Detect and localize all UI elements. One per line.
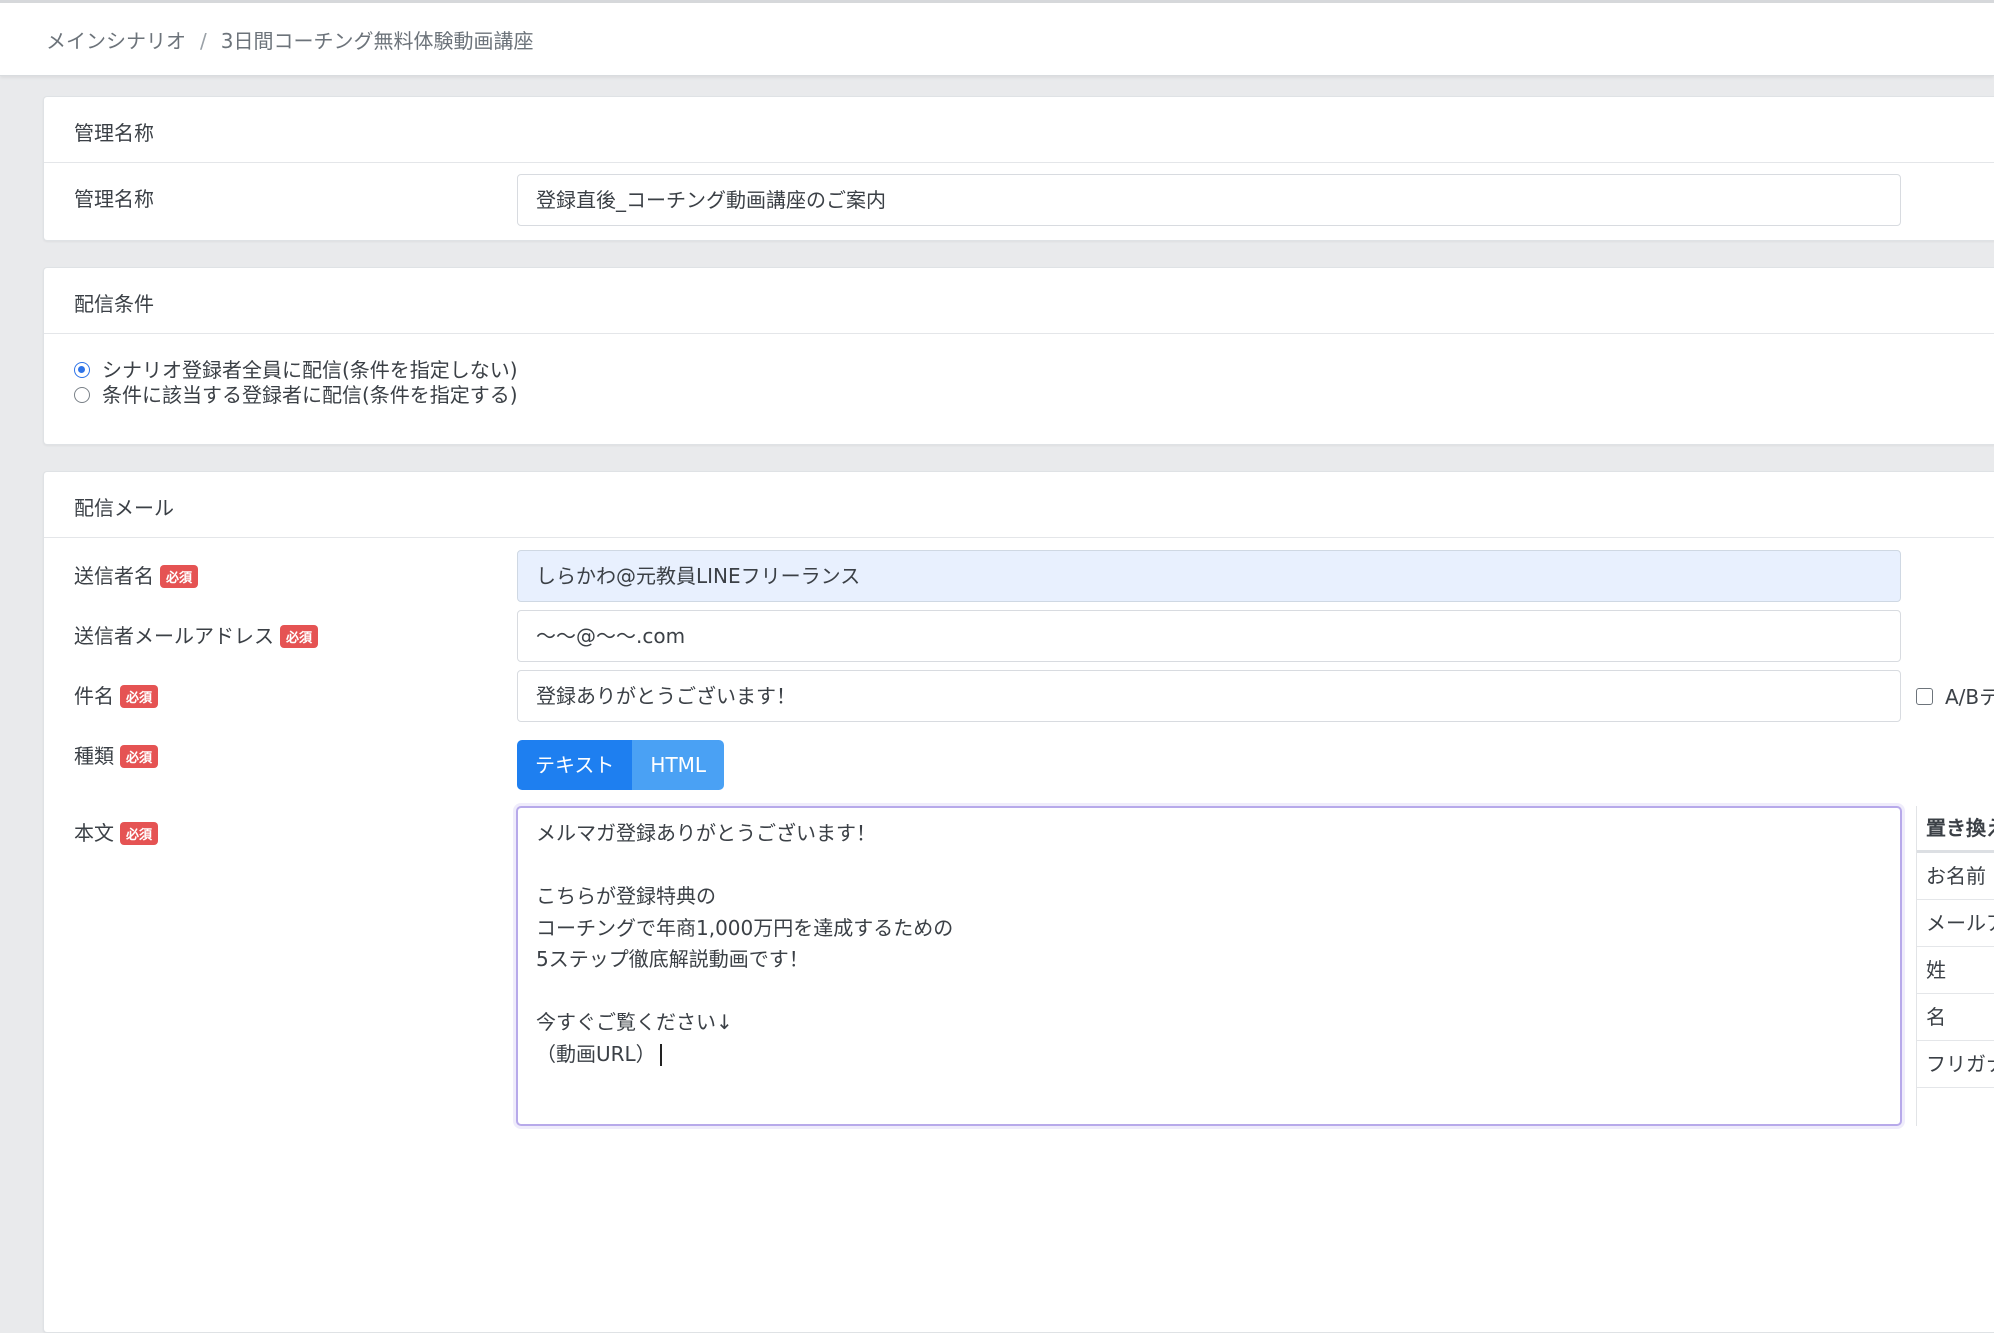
body-textarea[interactable]: メルマガ登録ありがとうございます！ こちらが登録特典の コーチングで年商1,00… — [516, 806, 1902, 1126]
radio-checked-icon[interactable] — [74, 361, 90, 378]
breadcrumb-item-main-scenario[interactable]: メインシナリオ — [46, 29, 186, 53]
type-html-button[interactable]: HTML — [632, 740, 725, 790]
replacement-panel-header: 置き換え文字 — [1917, 806, 1994, 853]
radio-option-conditional-label: 条件に該当する登録者に配信(条件を指定する) — [102, 383, 518, 407]
ab-test-checkbox[interactable] — [1916, 688, 1933, 705]
replacement-item-name[interactable]: お名前 — [1917, 853, 1994, 900]
sender-email-input[interactable]: 〜〜@〜〜.com — [517, 610, 1901, 662]
required-badge: 必須 — [280, 625, 319, 648]
body-editor-area: メルマガ登録ありがとうございます！ こちらが登録特典の コーチングで年商1,00… — [44, 806, 1994, 1126]
subject-label: 件名 — [74, 684, 114, 708]
required-badge: 必須 — [160, 565, 199, 588]
type-toggle-group: テキスト HTML — [517, 740, 725, 790]
delivery-condition-card: 配信条件 シナリオ登録者全員に配信(条件を指定しない) 条件に該当する登録者に配… — [43, 267, 1994, 445]
body-line: コーチングで年商1,000万円を達成するための — [536, 915, 954, 940]
breadcrumb: メインシナリオ / 3日間コーチング無料体験動画講座 — [46, 25, 533, 54]
ab-test-label: A/Bテスト — [1945, 685, 1994, 709]
admin-name-label: 管理名称 — [74, 187, 154, 211]
sender-name-label-row: 送信者名 必須 — [74, 560, 199, 589]
delivery-condition-card-header: 配信条件 — [44, 268, 1994, 334]
body-line — [536, 976, 1882, 1008]
required-badge: 必須 — [120, 745, 159, 768]
radio-unchecked-icon[interactable] — [74, 386, 90, 403]
delivery-mail-card-header: 配信メール — [44, 472, 1994, 538]
body-last-line: （動画URL） — [536, 1039, 1882, 1071]
breadcrumb-item-current: 3日間コーチング無料体験動画講座 — [220, 29, 534, 53]
type-text-button[interactable]: テキスト — [517, 740, 633, 790]
replacement-item-email[interactable]: メールアドレス — [1917, 900, 1994, 947]
sender-name-label: 送信者名 — [74, 564, 154, 588]
breadcrumb-separator: / — [200, 29, 207, 53]
sender-email-label: 送信者メールアドレス — [74, 624, 274, 648]
radio-option-conditional[interactable]: 条件に該当する登録者に配信(条件を指定する) — [74, 379, 518, 408]
text-cursor — [659, 1044, 662, 1066]
ab-test-toggle[interactable]: A/Bテスト — [1916, 681, 1994, 710]
replacement-item-last-name[interactable]: 姓 — [1917, 947, 1994, 994]
body-line — [536, 850, 1882, 882]
admin-name-input[interactable]: 登録直後_コーチング動画講座のご案内 — [517, 174, 1901, 226]
sender-name-input[interactable]: しらかわ@元教員LINEフリーランス — [517, 550, 1901, 602]
admin-name-card: 管理名称 管理名称 登録直後_コーチング動画講座のご案内 — [43, 96, 1994, 241]
sender-email-label-row: 送信者メールアドレス 必須 — [74, 620, 319, 649]
replacement-item-first-name[interactable]: 名 — [1917, 994, 1994, 1041]
breadcrumb-bar: メインシナリオ / 3日間コーチング無料体験動画講座 — [0, 3, 1994, 76]
subject-input[interactable]: 登録ありがとうございます！ — [517, 670, 1901, 722]
body-line: （動画URL） — [536, 1041, 656, 1066]
delivery-mail-card: 配信メール 送信者名 必須 しらかわ@元教員LINEフリーランス 送信者メールアド… — [43, 471, 1994, 1333]
replacement-item-furigana[interactable]: フリガナ — [1917, 1041, 1994, 1088]
subject-label-row: 件名 必須 — [74, 680, 159, 709]
body-line: メルマガ登録ありがとうございます！ — [536, 821, 876, 845]
body-line: こちらが登録特典の — [536, 884, 716, 908]
type-label-row: 種類 必須 — [74, 740, 159, 769]
body-line: 5ステップ徹底解説動画です！ — [536, 947, 809, 971]
type-label: 種類 — [74, 744, 114, 768]
admin-name-card-header: 管理名称 — [44, 97, 1994, 163]
body-line: 今すぐご覧ください↓ — [536, 1010, 733, 1034]
replacement-panel: 置き換え文字 お名前 メールアドレス 姓 名 フリガナ — [1916, 806, 1994, 1126]
required-badge: 必須 — [120, 685, 159, 708]
